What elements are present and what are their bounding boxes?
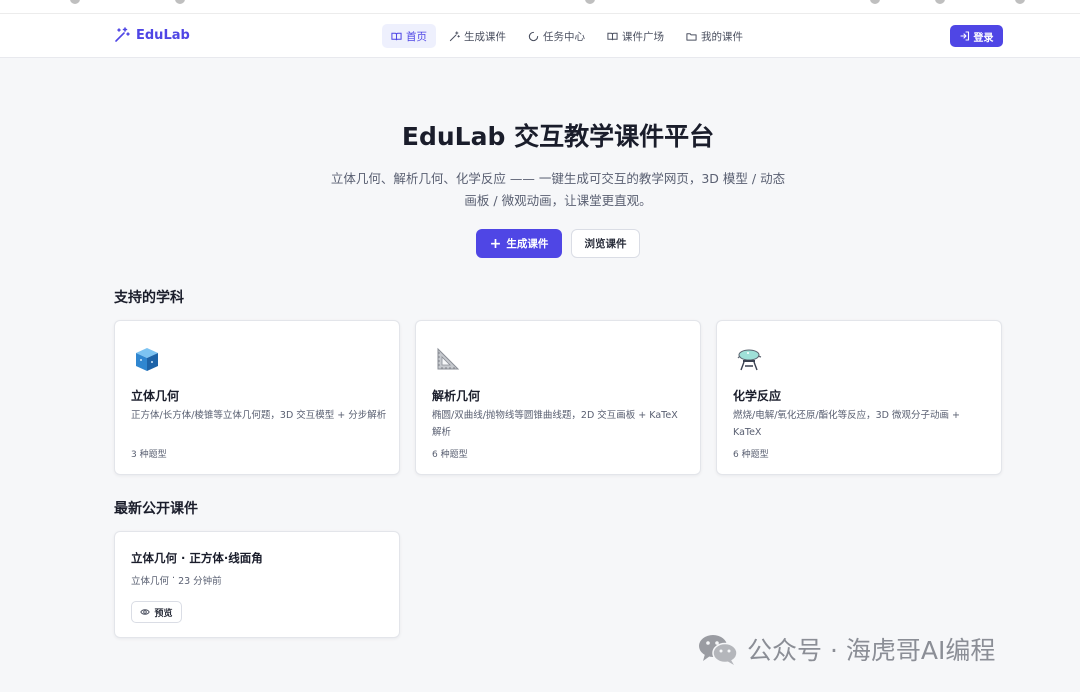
subject-name: 解析几何 (432, 389, 481, 403)
nav-item-label: 首页 (406, 30, 427, 43)
subject-card-analytic-geometry[interactable]: 解析几何 椭圆/双曲线/抛物线等圆锥曲线题，2D 交互画板 + KaTeX 解析… (415, 320, 701, 475)
wechat-icon (699, 635, 738, 665)
latest-section-title: 最新公开课件 (114, 501, 198, 517)
nav-item-home[interactable]: 首页 (382, 24, 436, 48)
nav-item-my-courses[interactable]: 我的课件 (677, 24, 752, 48)
nav-item-generate[interactable]: 生成课件 (440, 24, 515, 48)
nav-item-tasks[interactable]: 任务中心 (519, 24, 594, 48)
folder-icon (686, 32, 697, 41)
log-in-icon (959, 31, 969, 41)
subject-card-chemistry[interactable]: 化学反应 燃烧/电解/氧化还原/酯化等反应，3D 微观分子动画 + KaTeX … (716, 320, 1002, 475)
book-icon (607, 32, 618, 40)
course-meta: 立体几何 · 23 分钟前 (131, 573, 222, 587)
subject-count: 3 种题型 (131, 450, 167, 460)
subject-card-solid-geometry[interactable]: 立体几何 正方体/长方体/棱锥等立体几何题，3D 交互模型 + 分步解析 3 种… (114, 320, 400, 475)
subject-description: 椭圆/双曲线/抛物线等圆锥曲线题，2D 交互画板 + KaTeX 解析 (432, 410, 678, 438)
login-button[interactable]: 登录 (950, 25, 1003, 47)
magic-wand-icon (449, 30, 460, 41)
watermark-text: 公众号 · 海虎哥AI编程 (747, 636, 996, 665)
nav-item-label: 生成课件 (464, 30, 506, 43)
plus-icon: + (489, 235, 502, 252)
preview-button[interactable]: 预览 (131, 601, 182, 623)
hero-subtitle: 立体几何、解析几何、化学反应 —— 一键生成可交互的教学网页，3D 模型 / 动… (330, 171, 786, 208)
course-subject: 立体几何 (131, 576, 170, 587)
subject-name: 化学反应 (733, 389, 782, 403)
browse-courses-button[interactable]: 浏览课件 (571, 229, 640, 258)
loader-icon (528, 31, 539, 41)
nav-item-label: 我的课件 (701, 30, 743, 43)
main-nav: 首页 生成课件 任务中心 课件广场 我的课件 (382, 24, 752, 48)
nav-item-plaza[interactable]: 课件广场 (598, 24, 673, 48)
login-label: 登录 (973, 32, 994, 44)
subject-description: 正方体/长方体/棱锥等立体几何题，3D 交互模型 + 分步解析 (131, 410, 387, 421)
brand-name: EduLab (136, 27, 190, 43)
subject-count: 6 种题型 (733, 450, 769, 460)
nav-item-label: 课件广场 (622, 30, 664, 43)
alembic-icon (737, 349, 762, 371)
generate-course-button[interactable]: + 生成课件 (476, 229, 562, 258)
watermark: 公众号 · 海虎哥AI编程 (697, 631, 995, 667)
cube-icon (136, 348, 158, 371)
eye-icon (140, 609, 151, 615)
brand-logo[interactable]: EduLab (114, 27, 190, 43)
subject-name: 立体几何 (131, 389, 180, 403)
subject-count: 6 种题型 (432, 450, 468, 460)
book-open-icon (391, 32, 402, 40)
course-title: 立体几何 · 正方体·线面角 (131, 551, 263, 565)
browse-courses-label: 浏览课件 (584, 238, 627, 250)
course-card[interactable]: 立体几何 · 正方体·线面角 立体几何 · 23 分钟前 预览 (114, 531, 400, 638)
meta-separator: · (169, 573, 179, 584)
nav-item-label: 任务中心 (543, 30, 585, 43)
subjects-section-title: 支持的学科 (114, 290, 184, 306)
preview-label: 预览 (154, 608, 173, 619)
subject-description: 燃烧/电解/氧化还原/酯化等反应，3D 微观分子动画 + KaTeX (733, 410, 960, 438)
triangle-ruler-icon (437, 347, 460, 370)
top-navbar: EduLab 首页 生成课件 任务中心 课件广场 我的课件 登录 (0, 14, 1080, 58)
generate-course-label: 生成课件 (506, 238, 549, 250)
magic-wand-icon (115, 27, 130, 42)
course-time: 23 分钟前 (178, 576, 222, 587)
page-title: EduLab 交互教学课件平台 (401, 122, 715, 151)
browser-chrome-strip (0, 0, 1080, 14)
